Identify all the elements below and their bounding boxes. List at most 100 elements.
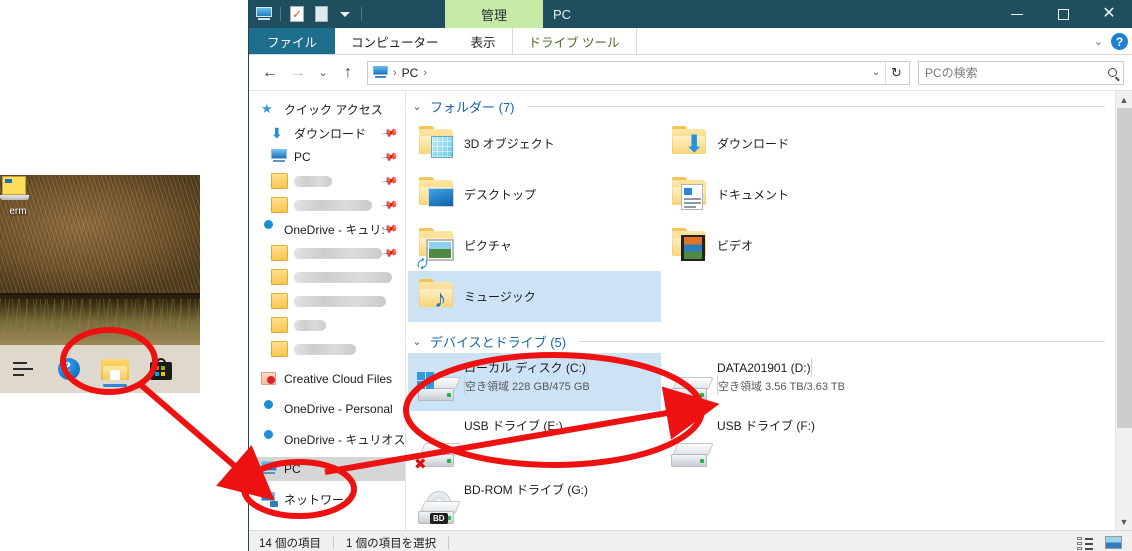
folder-tiles[interactable]: 3D オブジェクト ⬇ ダウンロード デスクトップ ドキュメント 🗘 ピクチャ …: [406, 118, 1115, 322]
maximize-button[interactable]: [1040, 0, 1086, 28]
folder-videos-icon: [665, 222, 717, 270]
divider: [448, 536, 450, 549]
breadcrumb-pc[interactable]: PC: [399, 66, 422, 80]
breadcrumb-separator[interactable]: ›: [421, 67, 429, 79]
group-header-folders[interactable]: ⌄ フォルダー (7): [406, 91, 1115, 118]
properties-icon[interactable]: [286, 3, 308, 25]
list-item-videos[interactable]: ビデオ: [661, 220, 914, 271]
list-item-bd-rom-drive-g[interactable]: BD BD-ROM ドライブ (G:): [408, 465, 661, 524]
sidebar-item-onedrive-kyuriosute[interactable]: OneDrive - キュリオステ: [249, 427, 405, 451]
scrollbar-thumb[interactable]: [1117, 108, 1132, 428]
microsoft-store-icon[interactable]: [138, 345, 184, 393]
navigation-pane[interactable]: ★ クイック アクセス ⬇ ダウンロード 📌 PC 📌 📌 📌 OneDrive…: [249, 91, 406, 530]
ribbon-tab-strip[interactable]: ファイル コンピューター 表示 ドライブ ツール ⌄ ?: [249, 28, 1132, 55]
recent-locations-icon[interactable]: ⌄: [313, 60, 333, 86]
pin-icon[interactable]: 📌: [381, 196, 400, 215]
status-bar: 14 個の項目 1 個の項目を選択: [249, 530, 1132, 551]
redacted-label: [294, 247, 382, 259]
vertical-scrollbar[interactable]: ▲ ▼: [1115, 91, 1132, 530]
tab-computer[interactable]: コンピューター: [335, 28, 455, 54]
window-controls[interactable]: ✕: [994, 0, 1132, 28]
pin-icon[interactable]: 📌: [381, 172, 400, 191]
ribbon-right-controls[interactable]: ⌄ ?: [1094, 28, 1128, 55]
list-item-downloads[interactable]: ⬇ ダウンロード: [661, 118, 914, 169]
tab-drive-tools[interactable]: ドライブ ツール: [511, 28, 637, 54]
list-item-data201901-d[interactable]: DATA201901 (D:) 空き領域 3.56 TB/3.63 TB: [661, 353, 914, 411]
list-item-usb-drive-e[interactable]: ✖ USB ドライブ (E:): [408, 411, 661, 473]
search-icon[interactable]: [1108, 68, 1117, 77]
sidebar-item-redacted-5[interactable]: [249, 289, 405, 313]
taskbar[interactable]: [0, 345, 200, 393]
sidebar-item-redacted-6[interactable]: [249, 313, 405, 337]
details-view-button[interactable]: [1074, 533, 1096, 551]
breadcrumb-separator[interactable]: ›: [391, 67, 399, 79]
chevron-down-icon[interactable]: ⌄: [867, 67, 885, 78]
list-item-usb-drive-f[interactable]: USB ドライブ (F:): [661, 411, 914, 467]
sidebar-item-redacted-2[interactable]: 📌: [249, 193, 405, 217]
large-icons-view-button[interactable]: [1102, 533, 1124, 551]
desktop-icon-teraterm[interactable]: erm: [0, 176, 36, 218]
new-folder-icon[interactable]: [310, 3, 332, 25]
sidebar-item-creative-cloud-files[interactable]: Creative Cloud Files: [249, 367, 405, 391]
edge-icon[interactable]: [46, 345, 92, 393]
back-button[interactable]: ←: [257, 60, 283, 86]
sidebar-item-redacted-7[interactable]: [249, 337, 405, 361]
pin-icon[interactable]: 📌: [381, 148, 400, 167]
tab-file[interactable]: ファイル: [249, 28, 336, 54]
tab-view[interactable]: 表示: [455, 28, 512, 54]
sidebar-item-pc[interactable]: PC: [249, 457, 405, 481]
redacted-label: [294, 199, 372, 211]
quick-access-toolbar[interactable]: [249, 3, 365, 25]
list-item-music[interactable]: ♪ ミュージック: [408, 271, 661, 322]
list-item-pictures[interactable]: 🗘 ピクチャ: [408, 220, 661, 271]
large-icons-view-icon: [1104, 536, 1122, 549]
chevron-down-icon[interactable]: ⌄: [410, 335, 424, 348]
navigation-bar[interactable]: ← → ⌄ ↑ › PC › ⌄ ↻ PCの検索: [249, 55, 1132, 91]
group-title: デバイスとドライブ (5): [430, 335, 567, 350]
search-input[interactable]: PCの検索: [918, 60, 1124, 85]
scroll-up-button[interactable]: ▲: [1116, 91, 1132, 108]
sidebar-item-downloads[interactable]: ⬇ ダウンロード 📌: [249, 121, 405, 145]
details-view-icon: [1077, 536, 1093, 550]
file-explorer-icon[interactable]: [92, 345, 138, 393]
address-bar[interactable]: › PC › ⌄ ↻: [367, 60, 910, 85]
pc-icon[interactable]: [253, 3, 275, 25]
help-icon[interactable]: ?: [1111, 33, 1128, 50]
minimize-button[interactable]: [994, 0, 1040, 28]
file-explorer-window: 管理 PC ✕ ファイル コンピューター 表示 ドライブ ツール ⌄ ?: [248, 0, 1132, 551]
sidebar-item-redacted-1[interactable]: 📌: [249, 169, 405, 193]
contextual-tab-manage[interactable]: 管理: [445, 0, 543, 28]
sidebar-item-redacted-3[interactable]: 📌: [249, 241, 405, 265]
redacted-label: [294, 271, 392, 283]
sidebar-item-quick-access[interactable]: ★ クイック アクセス: [249, 97, 405, 121]
pin-icon[interactable]: 📌: [381, 124, 400, 143]
chevron-down-icon[interactable]: [334, 3, 356, 25]
chevron-down-icon[interactable]: ⌄: [410, 100, 424, 113]
divider: [578, 341, 1105, 342]
chevron-down-icon[interactable]: ⌄: [1094, 35, 1103, 48]
pc-icon: [261, 461, 278, 477]
list-item-documents[interactable]: ドキュメント: [661, 169, 914, 220]
scroll-down-button[interactable]: ▼: [1116, 513, 1132, 530]
view-switcher[interactable]: [1074, 533, 1132, 551]
up-button[interactable]: ↑: [335, 60, 361, 86]
sidebar-item-onedrive-kyuri[interactable]: OneDrive - キュリ: 📌: [249, 217, 405, 241]
sidebar-item-pc-quick[interactable]: PC 📌: [249, 145, 405, 169]
forward-button[interactable]: →: [285, 60, 311, 86]
group-header-devices-and-drives[interactable]: ⌄ デバイスとドライブ (5): [406, 322, 1115, 353]
list-item-3d-objects[interactable]: 3D オブジェクト: [408, 118, 661, 169]
pin-icon[interactable]: 📌: [381, 244, 400, 263]
drive-tiles[interactable]: ローカル ディスク (C:) 空き領域 228 GB/475 GB DATA20…: [406, 353, 1115, 524]
task-view-icon[interactable]: [0, 345, 46, 393]
close-button[interactable]: ✕: [1086, 0, 1132, 28]
content-pane[interactable]: ⌄ フォルダー (7) 3D オブジェクト ⬇ ダウンロード デスクトップ ドキ…: [406, 91, 1115, 530]
sidebar-item-redacted-4[interactable]: [249, 265, 405, 289]
sidebar-item-network[interactable]: ネットワーク: [249, 487, 405, 511]
folder-icon: [271, 245, 288, 261]
refresh-icon[interactable]: ↻: [885, 61, 907, 84]
scrollbar-track[interactable]: [1116, 108, 1132, 513]
sidebar-item-onedrive-personal[interactable]: OneDrive - Personal: [249, 397, 405, 421]
list-item-local-disk-c[interactable]: ローカル ディスク (C:) 空き領域 228 GB/475 GB: [408, 353, 661, 411]
divider: [361, 7, 362, 21]
list-item-desktop[interactable]: デスクトップ: [408, 169, 661, 220]
